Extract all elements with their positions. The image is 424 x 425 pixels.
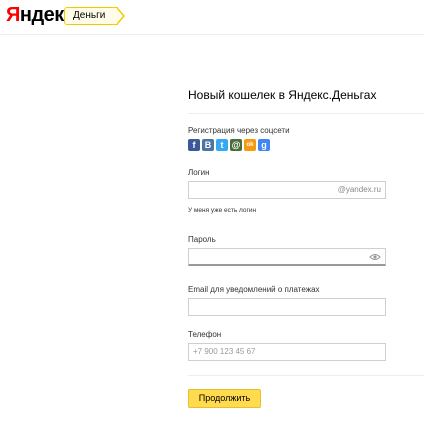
email-label: Email для уведомлений о платежах (188, 285, 320, 294)
service-tag-money[interactable]: Деньги (64, 7, 126, 25)
facebook-icon[interactable]: f (188, 139, 200, 151)
login-input[interactable]: @yandex.ru (188, 181, 386, 199)
have-login-link[interactable]: У меня уже есть логин (188, 207, 256, 215)
odnoklassniki-icon[interactable]: ok (244, 139, 256, 151)
continue-button[interactable]: Продолжить (188, 389, 261, 408)
page-title: Новый кошелек в Яндекс.Деньгах (188, 88, 377, 102)
google-icon[interactable]: g (258, 139, 270, 151)
vk-icon[interactable]: B (202, 139, 214, 151)
logo-first-letter: Я (6, 4, 20, 26)
login-domain-suffix: @yandex.ru (337, 185, 381, 194)
twitter-icon[interactable]: t (216, 139, 228, 151)
email-input[interactable] (188, 298, 386, 316)
eye-icon[interactable] (369, 252, 381, 262)
header: Яндекс Деньги (0, 0, 424, 35)
phone-label: Телефон (188, 330, 222, 339)
phone-placeholder: +7 900 123 45 67 (193, 347, 256, 356)
divider-bottom (188, 375, 424, 376)
password-input[interactable] (188, 248, 386, 266)
divider (188, 113, 424, 114)
phone-input[interactable]: +7 900 123 45 67 (188, 343, 386, 361)
mailru-icon[interactable]: @ (230, 139, 242, 151)
login-label: Логин (188, 168, 210, 177)
password-label: Пароль (188, 235, 216, 244)
social-label: Регистрация через соцсети (188, 126, 290, 135)
